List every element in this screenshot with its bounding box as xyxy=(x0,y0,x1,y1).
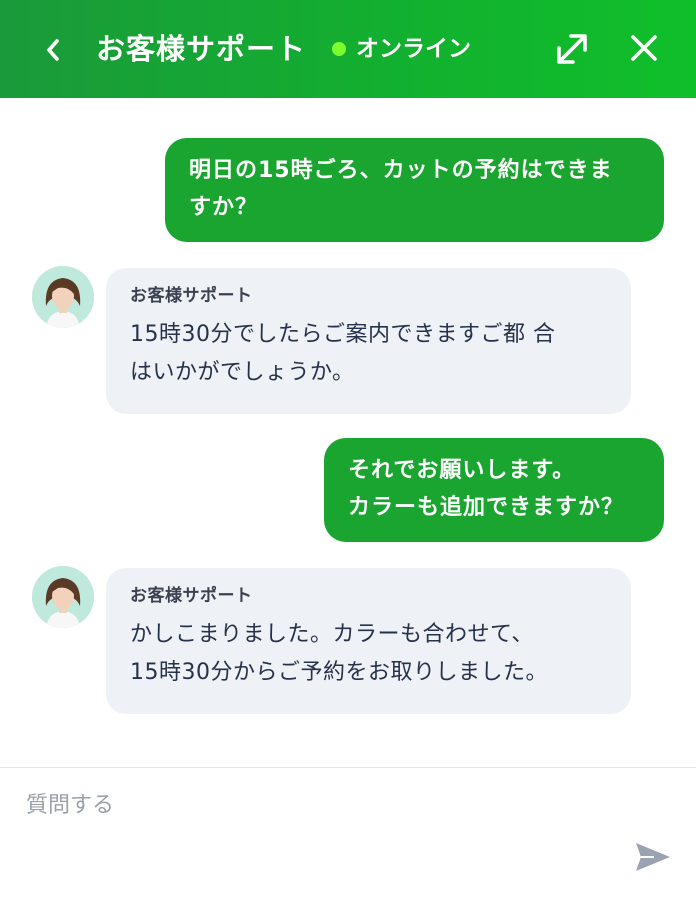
message-line: すか？ xyxy=(189,195,259,220)
close-icon xyxy=(631,35,657,61)
status-dot-icon xyxy=(332,42,346,56)
send-icon xyxy=(636,843,670,871)
user-message: 明日の15時ごろ、カットの予約はできま すか？ xyxy=(165,138,664,242)
chat-title: お客様サポート xyxy=(96,32,307,66)
expand-icon xyxy=(557,34,587,64)
message-line: カラーも追加できますか？ xyxy=(348,495,625,520)
agent-portrait-icon xyxy=(32,266,94,328)
message-line: 明日の15時ごろ、カットの予約はできま xyxy=(189,158,613,183)
message-line: かしこまりました。カラーも合わせて、 xyxy=(130,622,534,647)
close-button[interactable] xyxy=(627,31,661,65)
message-line: それでお願いします。 xyxy=(348,458,576,483)
user-message: それでお願いします。 カラーも追加できますか？ xyxy=(324,438,664,542)
support-avatar xyxy=(32,266,94,328)
message-line: はいかがでしょうか。 xyxy=(130,360,355,385)
back-button[interactable] xyxy=(36,30,70,70)
sender-name: お客様サポート xyxy=(130,586,253,606)
question-input[interactable] xyxy=(24,784,588,826)
status-label: オンライン xyxy=(356,36,471,62)
send-button[interactable] xyxy=(634,840,672,874)
message-composer xyxy=(0,767,696,897)
message-text: かしこまりました。カラーも合わせて、 15時30分からご予約をお取りしました。 xyxy=(130,616,607,692)
online-status: オンライン xyxy=(332,34,471,64)
support-message: お客様サポート かしこまりました。カラーも合わせて、 15時30分からご予約をお… xyxy=(106,568,631,714)
agent-portrait-icon xyxy=(32,566,94,628)
message-line: 15時30分でしたらご案内できますご都 合 xyxy=(130,322,556,347)
support-avatar xyxy=(32,566,94,628)
chevron-left-icon xyxy=(47,39,59,61)
chat-header: お客様サポート オンライン xyxy=(0,0,696,98)
message-line: 15時30分からご予約をお取りしました。 xyxy=(130,660,548,685)
expand-button[interactable] xyxy=(553,30,591,68)
support-message: お客様サポート 15時30分でしたらご案内できますご都 合 はいかがでしょうか。 xyxy=(106,268,631,414)
message-text: 15時30分でしたらご案内できますご都 合 はいかがでしょうか。 xyxy=(130,316,607,392)
sender-name: お客様サポート xyxy=(130,286,253,306)
